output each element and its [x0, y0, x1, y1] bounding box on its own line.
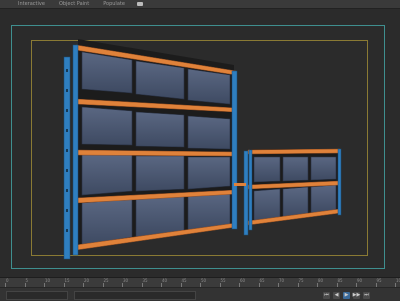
timeline-tick-label: 15	[64, 278, 70, 283]
timeline-tick	[219, 283, 221, 287]
status-bar: ⏮ ◀ ▶ ▶▶ ⏭	[0, 289, 400, 301]
timeline-tick-label: 25	[103, 278, 109, 283]
rack-connector	[234, 183, 246, 186]
timeline-tick-label: 0	[6, 278, 9, 283]
next-frame-button[interactable]: ▶▶	[353, 291, 360, 299]
time-ruler[interactable]: 0 5 10 15 20 25 30 35 40 45 50 55 60 65 70 75 80 85 90 95 10…	[0, 278, 400, 288]
timeline-tick-label: 100	[396, 278, 400, 283]
timeline-tick-label: 75	[298, 278, 304, 283]
timeline-tick	[180, 283, 182, 287]
timeline-tick	[44, 283, 45, 287]
timeline-tick	[83, 283, 84, 287]
timeline-tick-label: 40	[162, 278, 168, 283]
previous-frame-button[interactable]: ◀	[333, 291, 340, 299]
timeline-tick-label: 55	[220, 278, 226, 283]
timeline[interactable]: 0 5 10 15 20 25 30 35 40 45 50 55 60 65 70 75 80 85 90 95 10…	[0, 277, 400, 301]
timeline-tick	[63, 283, 65, 287]
timeline-tick-label: 10	[45, 278, 51, 283]
timeline-tick-label: 90	[357, 278, 363, 283]
timeline-tick-label: 60	[240, 278, 246, 283]
timeline-tick	[278, 283, 279, 287]
timeline-tick	[395, 283, 396, 287]
timeline-tick-label: 85	[337, 278, 343, 283]
play-button[interactable]: ▶	[343, 291, 350, 299]
timeline-tick	[102, 283, 104, 287]
timeline-tick	[141, 283, 143, 287]
timeline-tick	[200, 283, 201, 287]
timeline-tick-label: 95	[376, 278, 382, 283]
menu-item-interactive[interactable]: Interactive	[18, 0, 45, 8]
timeline-tick-label: 80	[318, 278, 324, 283]
timeline-tick-label: 30	[123, 278, 129, 283]
timeline-tick	[336, 283, 338, 287]
timeline-tick-label: 5	[25, 278, 29, 283]
timeline-tick-label: 20	[84, 278, 90, 283]
timeline-tick	[258, 283, 260, 287]
timeline-tick	[5, 283, 6, 287]
menu-item-populate[interactable]: Populate	[103, 0, 125, 8]
timeline-tick	[161, 283, 162, 287]
timeline-tick	[317, 283, 318, 287]
viewport[interactable]	[0, 9, 400, 277]
timeline-tick	[375, 283, 377, 287]
timeline-tick	[239, 283, 240, 287]
timeline-tick-label: 50	[201, 278, 207, 283]
timeline-tick	[297, 283, 299, 287]
timeline-tick	[356, 283, 357, 287]
menu-bar: Interactive Object Paint Populate	[0, 0, 400, 9]
go-to-start-button[interactable]: ⏮	[323, 291, 330, 299]
status-field-left	[6, 290, 68, 300]
timeline-tick-label: 70	[279, 278, 285, 283]
timeline-tick-label: 35	[142, 278, 148, 283]
timeline-tick-label: 65	[259, 278, 265, 283]
timeline-tick	[122, 283, 123, 287]
options-icon[interactable]	[136, 2, 143, 6]
prompt-field[interactable]	[74, 290, 196, 300]
shelving-scene	[63, 39, 342, 260]
go-to-end-button[interactable]: ⏭	[363, 291, 370, 299]
timeline-tick-label: 45	[181, 278, 187, 283]
timeline-tick	[24, 283, 26, 287]
menu-item-object-paint[interactable]: Object Paint	[59, 0, 89, 8]
